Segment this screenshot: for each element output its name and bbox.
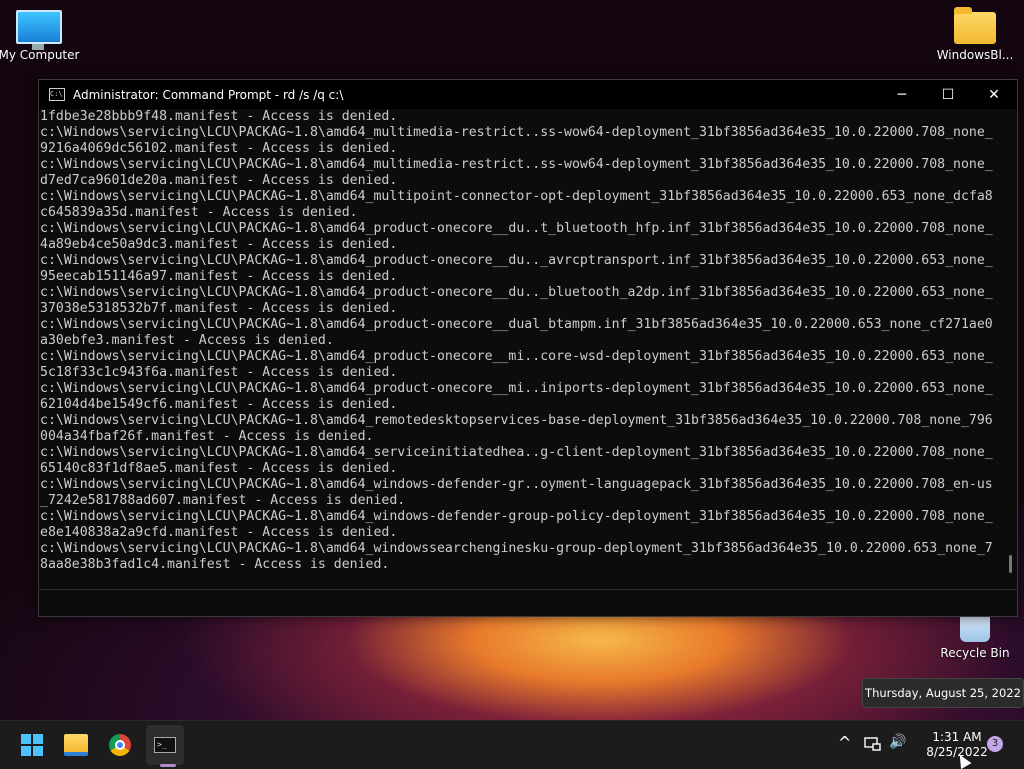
console-line: c:\Windows\servicing\LCU\PACKAG~1.8\amd6… — [40, 125, 993, 140]
folder-icon — [954, 7, 996, 44]
console-line: c:\Windows\servicing\LCU\PACKAG~1.8\amd6… — [40, 445, 993, 460]
maximize-button[interactable]: ☐ — [925, 80, 971, 109]
window-titlebar[interactable]: C:\ Administrator: Command Prompt - rd /… — [39, 80, 1017, 109]
taskbar-command-prompt[interactable]: >_ — [149, 729, 181, 761]
desktop-icon-label: WindowsBl... — [936, 48, 1014, 62]
taskbar-chrome[interactable] — [104, 729, 136, 761]
minimize-button[interactable]: ─ — [879, 80, 925, 109]
console-line: e8e140838a2a9cfd.manifest - Access is de… — [40, 525, 398, 540]
console-output[interactable]: 1fdbe3e28bbb9f48.manifest - Access is de… — [39, 109, 1003, 587]
command-prompt-window[interactable]: C:\ Administrator: Command Prompt - rd /… — [38, 79, 1018, 617]
console-line: c:\Windows\servicing\LCU\PACKAG~1.8\amd6… — [40, 509, 993, 524]
network-icon[interactable] — [864, 736, 882, 756]
file-explorer-icon — [64, 734, 88, 756]
desktop-icon-label: My Computer — [0, 48, 80, 62]
start-button[interactable] — [16, 729, 48, 761]
console-line: c:\Windows\servicing\LCU\PACKAG~1.8\amd6… — [40, 221, 993, 236]
tray-chevron-icon[interactable]: ^ — [838, 733, 851, 752]
console-line: 95eecab151146a97.manifest - Access is de… — [40, 269, 398, 284]
computer-icon — [16, 10, 62, 50]
chrome-icon — [109, 734, 131, 756]
console-line: c:\Windows\servicing\LCU\PACKAG~1.8\amd6… — [40, 317, 993, 332]
console-line: c:\Windows\servicing\LCU\PACKAG~1.8\amd6… — [40, 381, 993, 396]
taskbar: >_ ^ 🔊 1:31 AM 8/25/2022 3 — [0, 720, 1024, 769]
desktop-icon-my-computer[interactable]: My Computer — [0, 10, 81, 62]
console-line: c:\Windows\servicing\LCU\PACKAG~1.8\amd6… — [40, 157, 993, 172]
cmd-app-icon: C:\ — [49, 88, 65, 101]
notification-badge[interactable]: 3 — [987, 736, 1003, 752]
console-line: c:\Windows\servicing\LCU\PACKAG~1.8\amd6… — [40, 189, 993, 204]
console-scrollbar[interactable] — [1003, 109, 1017, 587]
console-line: 5c18f33c1c943f6a.manifest - Access is de… — [40, 365, 398, 380]
console-line: 1fdbe3e28bbb9f48.manifest - Access is de… — [40, 109, 398, 124]
console-line: c:\Windows\servicing\LCU\PACKAG~1.8\amd6… — [40, 541, 993, 556]
console-line: d7ed7ca9601de20a.manifest - Access is de… — [40, 173, 398, 188]
desktop-icon-label: Recycle Bin — [940, 646, 1010, 660]
console-line: 8aa8e38b3fad1c4.manifest - Access is den… — [40, 557, 390, 572]
window-title: Administrator: Command Prompt - rd /s /q… — [73, 87, 344, 102]
console-line: c:\Windows\servicing\LCU\PACKAG~1.8\amd6… — [40, 349, 993, 364]
console-line: a30ebfe3.manifest - Access is denied. — [40, 333, 334, 348]
console-line: _7242e581788ad607.manifest - Access is d… — [40, 493, 406, 508]
clock-time: 1:31 AM — [932, 730, 982, 744]
console-line: c:\Windows\servicing\LCU\PACKAG~1.8\amd6… — [40, 413, 993, 428]
console-line: 004a34fbaf26f.manifest - Access is denie… — [40, 429, 374, 444]
desktop-icon-recycle-bin[interactable]: Recycle Bin — [933, 612, 1017, 660]
scrollbar-thumb[interactable] — [1009, 555, 1012, 573]
console-line: c:\Windows\servicing\LCU\PACKAG~1.8\amd6… — [40, 285, 993, 300]
console-input-area[interactable] — [39, 589, 1017, 616]
console-line: c:\Windows\servicing\LCU\PACKAG~1.8\amd6… — [40, 253, 993, 268]
desktop-icon-windowsbl-folder[interactable]: WindowsBl... — [933, 7, 1017, 62]
console-line: 65140c83f1df8ae5.manifest - Access is de… — [40, 461, 398, 476]
windows-logo-icon — [21, 734, 43, 756]
command-prompt-icon: >_ — [154, 737, 176, 753]
console-line: c645839a35d.manifest - Access is denied. — [40, 205, 358, 220]
date-tooltip: Thursday, August 25, 2022 — [862, 678, 1024, 708]
volume-icon[interactable]: 🔊 — [889, 734, 906, 750]
taskbar-file-explorer[interactable] — [60, 729, 92, 761]
console-line: 62104d4be1549cf6.manifest - Access is de… — [40, 397, 398, 412]
console-line: 37038e5318532b7f.manifest - Access is de… — [40, 301, 398, 316]
console-line: 9216a4069dc56102.manifest - Access is de… — [40, 141, 398, 156]
console-line: c:\Windows\servicing\LCU\PACKAG~1.8\amd6… — [40, 477, 993, 492]
console-line: 4a89eb4ce50a9dc3.manifest - Access is de… — [40, 237, 398, 252]
close-button[interactable]: ✕ — [971, 80, 1017, 109]
active-app-indicator — [160, 764, 176, 767]
